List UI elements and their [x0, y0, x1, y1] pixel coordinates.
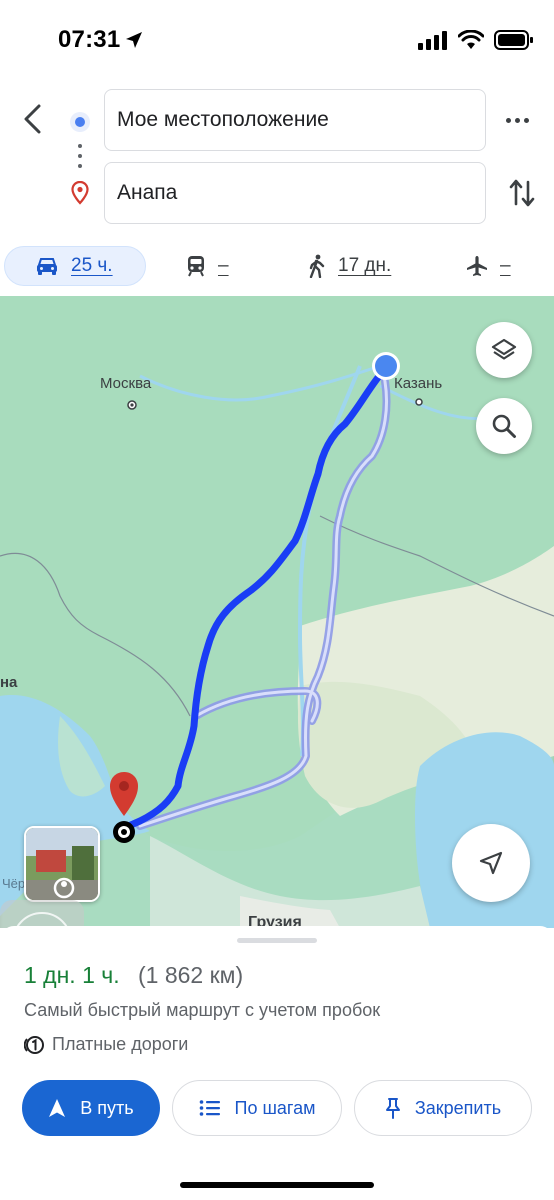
toll-info: Платные дороги [24, 1034, 188, 1055]
street-view-thumbnail[interactable] [24, 826, 100, 902]
mode-tab-transit[interactable]: – [186, 246, 229, 286]
toll-label: Платные дороги [52, 1034, 189, 1054]
start-label: В путь [80, 1097, 134, 1118]
walk-icon [309, 254, 325, 278]
origin-field[interactable]: Мое местоположение [104, 89, 486, 151]
route-description: Самый быстрый маршрут с учетом пробок [24, 1000, 381, 1020]
origin-dot-icon [70, 112, 90, 132]
mode-transit-label: – [218, 255, 229, 276]
back-arrow-icon[interactable] [18, 102, 48, 136]
search-icon [492, 414, 516, 438]
status-bar: 07:31 [0, 0, 554, 84]
dotted-connector-icon [78, 144, 82, 168]
cellular-signal-icon [418, 31, 447, 50]
location-arrow-icon [126, 32, 142, 48]
layers-icon [491, 338, 517, 360]
train-icon [188, 256, 204, 277]
wifi-icon [458, 30, 484, 49]
map-label-moscow: Москва [100, 375, 152, 392]
mode-tab-car[interactable]: 25 ч. [4, 246, 146, 286]
route-distance: (1 862 км) [138, 962, 244, 988]
recenter-button[interactable] [452, 824, 530, 902]
mode-tab-walk[interactable]: 17 дн. [308, 246, 391, 286]
navigation-icon [49, 1099, 66, 1117]
origin-field-text: Мое местоположение [117, 108, 329, 131]
battery-icon [494, 30, 533, 50]
pin-icon [385, 1098, 400, 1119]
street-view-image [26, 828, 98, 900]
map-label-west-cut: на [0, 674, 18, 691]
pin-button[interactable]: Закрепить [354, 1080, 532, 1136]
car-icon [37, 258, 57, 275]
more-options-icon[interactable] [506, 114, 534, 126]
chevron-right-icon [0, 900, 84, 928]
toll-icon [24, 1035, 44, 1054]
navigation-arrow-icon [479, 851, 503, 875]
start-navigation-button[interactable]: В путь [22, 1080, 160, 1136]
mode-car-label: 25 ч. [71, 255, 113, 276]
map-label-kazan: Казань [394, 375, 443, 392]
map-label-black-sea-cut: Чёр [2, 876, 26, 891]
destination-pin-icon [71, 181, 89, 205]
swap-direction-icon[interactable] [508, 176, 536, 210]
layers-button[interactable] [476, 322, 532, 378]
pin-label: Закрепить [414, 1097, 502, 1118]
mode-walk-label: 17 дн. [338, 255, 392, 276]
mode-tab-flight[interactable]: – [466, 246, 511, 286]
destination-field-text: Анапа [117, 181, 178, 204]
mode-flight-label: – [500, 255, 511, 276]
route-summary-sheet[interactable]: 1 дн. 1 ч. (1 862 км) Самый быстрый марш… [0, 926, 554, 1200]
map-view[interactable]: Москва Казань Грузия на Чёр [0, 296, 554, 928]
route-duration: 1 дн. 1 ч. [24, 962, 120, 988]
status-time: 07:31 [58, 26, 121, 53]
travel-mode-tabs: 25 ч. – 17 дн. – [0, 244, 554, 290]
plane-icon [467, 256, 487, 276]
list-icon [199, 1100, 220, 1116]
destination-field[interactable]: Анапа [104, 162, 486, 224]
sheet-grabber[interactable] [237, 938, 317, 943]
search-button[interactable] [476, 398, 532, 454]
route-header: Мое местоположение Анапа 25 ч. – 17 дн. … [0, 84, 554, 296]
home-indicator [180, 1182, 374, 1188]
next-route-overlay[interactable] [0, 900, 84, 928]
steps-label: По шагам [234, 1097, 316, 1118]
steps-button[interactable]: По шагам [172, 1080, 342, 1136]
